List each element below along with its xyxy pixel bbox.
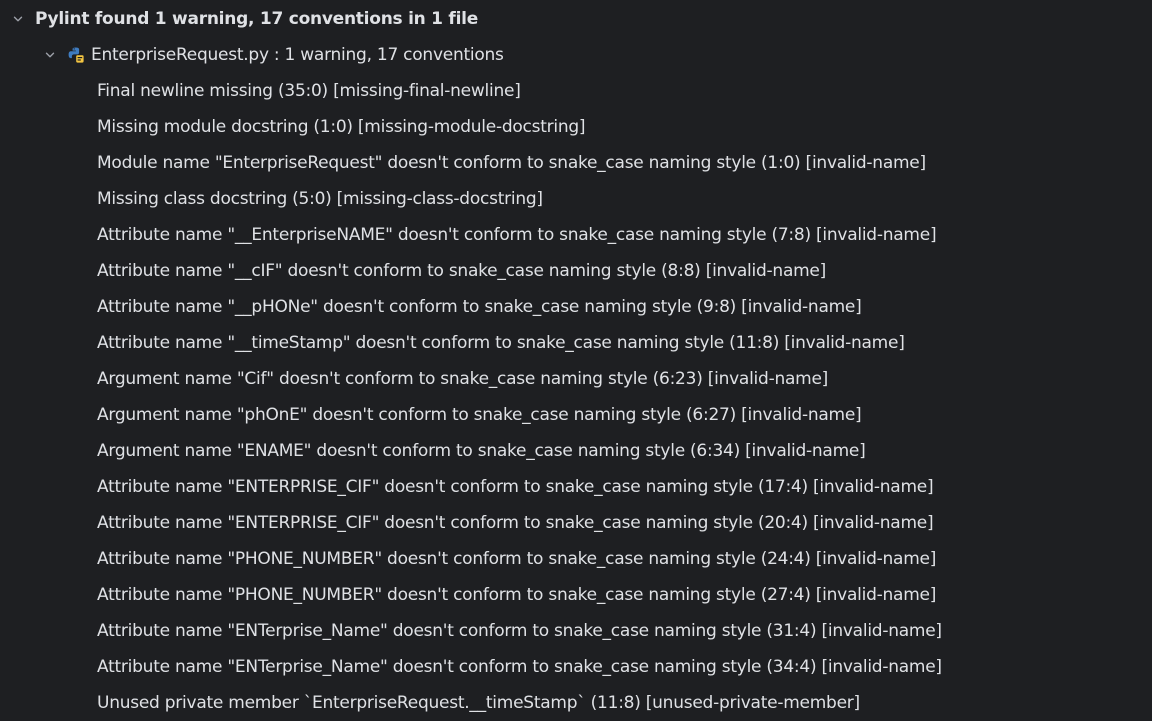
issue-row[interactable]: Attribute name "PHONE_NUMBER" doesn't co…: [0, 577, 1152, 613]
issue-label: Attribute name "ENTERPRISE_CIF" doesn't …: [97, 477, 934, 497]
issue-row[interactable]: Final newline missing (35:0) [missing-fi…: [0, 73, 1152, 109]
issue-label: Attribute name "ENTERPRISE_CIF" doesn't …: [97, 513, 934, 533]
issue-row[interactable]: Argument name "ENAME" doesn't conform to…: [0, 433, 1152, 469]
pylint-results-tree: Pylint found 1 warning, 17 conventions i…: [0, 0, 1152, 721]
issue-label: Attribute name "ENTerprise_Name" doesn't…: [97, 621, 942, 641]
issue-row[interactable]: Argument name "phOnE" doesn't conform to…: [0, 397, 1152, 433]
issue-label: Attribute name "__pHONe" doesn't conform…: [97, 297, 862, 317]
issue-row[interactable]: Argument name "Cif" doesn't conform to s…: [0, 361, 1152, 397]
tree-node-file[interactable]: EnterpriseRequest.py : 1 warning, 17 con…: [0, 37, 1152, 73]
issue-label: Attribute name "__cIF" doesn't conform t…: [97, 261, 827, 281]
issue-label: Final newline missing (35:0) [missing-fi…: [97, 81, 521, 101]
issue-row[interactable]: Attribute name "ENTerprise_Name" doesn't…: [0, 649, 1152, 685]
issue-label: Missing module docstring (1:0) [missing-…: [97, 117, 586, 137]
issue-label: Missing class docstring (5:0) [missing-c…: [97, 189, 543, 209]
issue-row[interactable]: Attribute name "__EnterpriseNAME" doesn'…: [0, 217, 1152, 253]
issue-label: Attribute name "__timeStamp" doesn't con…: [97, 333, 905, 353]
issue-row[interactable]: Attribute name "__pHONe" doesn't conform…: [0, 289, 1152, 325]
file-label: EnterpriseRequest.py : 1 warning, 17 con…: [91, 45, 504, 65]
issue-label: Argument name "ENAME" doesn't conform to…: [97, 441, 866, 461]
issue-label: Argument name "phOnE" doesn't conform to…: [97, 405, 862, 425]
issue-row[interactable]: Attribute name "PHONE_NUMBER" doesn't co…: [0, 541, 1152, 577]
summary-label: Pylint found 1 warning, 17 conventions i…: [35, 9, 479, 29]
issue-label: Attribute name "__EnterpriseNAME" doesn'…: [97, 225, 937, 245]
issue-row[interactable]: Attribute name "ENTERPRISE_CIF" doesn't …: [0, 469, 1152, 505]
issue-row[interactable]: Attribute name "__cIF" doesn't conform t…: [0, 253, 1152, 289]
issue-label: Module name "EnterpriseRequest" doesn't …: [97, 153, 926, 173]
issue-label: Attribute name "PHONE_NUMBER" doesn't co…: [97, 585, 937, 605]
tree-node-summary[interactable]: Pylint found 1 warning, 17 conventions i…: [0, 1, 1152, 37]
issue-row[interactable]: Missing class docstring (5:0) [missing-c…: [0, 181, 1152, 217]
issue-row[interactable]: Missing module docstring (1:0) [missing-…: [0, 109, 1152, 145]
issue-label: Unused private member `EnterpriseRequest…: [97, 693, 860, 713]
issue-row[interactable]: Unused private member `EnterpriseRequest…: [0, 685, 1152, 721]
issue-label: Argument name "Cif" doesn't conform to s…: [97, 369, 829, 389]
issue-row[interactable]: Attribute name "ENTerprise_Name" doesn't…: [0, 613, 1152, 649]
issue-label: Attribute name "PHONE_NUMBER" doesn't co…: [97, 549, 937, 569]
chevron-down-icon[interactable]: [42, 47, 58, 63]
issue-row[interactable]: Module name "EnterpriseRequest" doesn't …: [0, 145, 1152, 181]
issue-row[interactable]: Attribute name "ENTERPRISE_CIF" doesn't …: [0, 505, 1152, 541]
issue-label: Attribute name "ENTerprise_Name" doesn't…: [97, 657, 942, 677]
python-file-icon: [67, 46, 85, 64]
issue-row[interactable]: Attribute name "__timeStamp" doesn't con…: [0, 325, 1152, 361]
chevron-down-icon[interactable]: [10, 11, 26, 27]
